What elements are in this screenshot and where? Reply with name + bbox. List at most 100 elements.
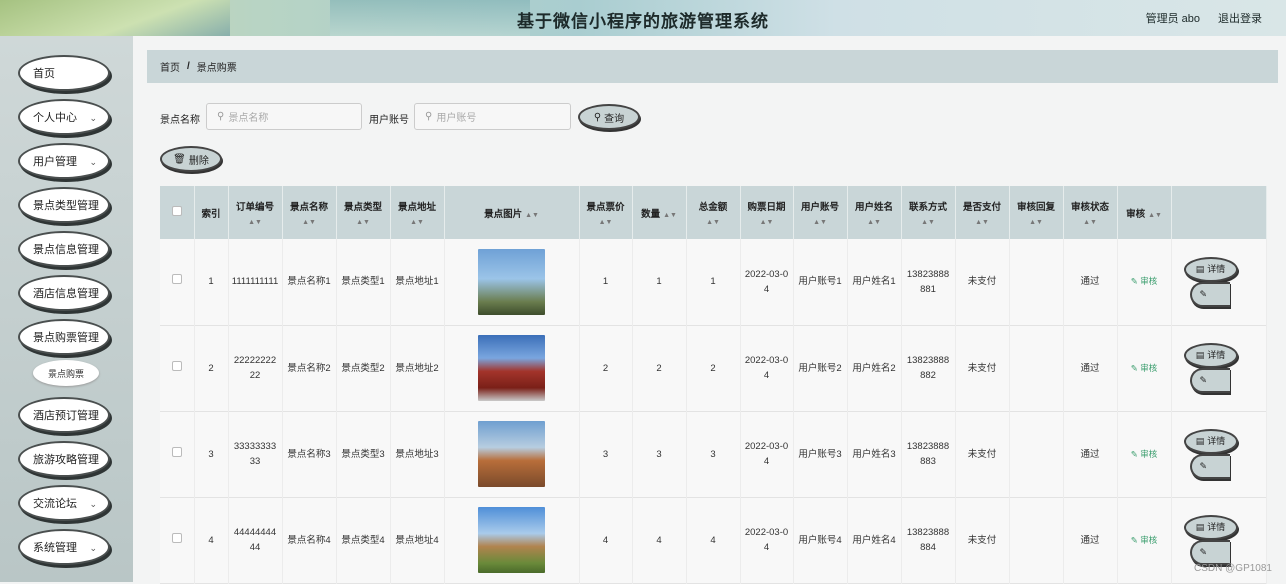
edit-button[interactable]: ✎ bbox=[1190, 454, 1230, 479]
sort-icon[interactable]: ▲▼ bbox=[850, 219, 899, 226]
header-price[interactable]: 景点票价▲▼ bbox=[579, 186, 632, 239]
cell-actions: ▤详情✎ bbox=[1171, 239, 1266, 325]
sort-icon[interactable]: ▲▼ bbox=[689, 219, 738, 226]
sidebar-item-6[interactable]: 景点购票管理 bbox=[18, 319, 110, 355]
audit-link-label: 审核 bbox=[1140, 449, 1157, 459]
sidebar-item-5[interactable]: 酒店信息管理 bbox=[18, 275, 110, 311]
edit-button[interactable]: ✎ bbox=[1190, 282, 1230, 307]
detail-button[interactable]: ▤详情 bbox=[1184, 429, 1238, 454]
sidebar-item-label: 酒店信息管理 bbox=[33, 285, 99, 301]
edit-button[interactable]: ✎ bbox=[1190, 540, 1230, 565]
audit-link[interactable]: ✎ 审核 bbox=[1131, 276, 1158, 286]
sort-icon[interactable]: ▲▼ bbox=[663, 212, 677, 219]
header-status[interactable]: 审核状态 ▲▼ bbox=[1063, 186, 1117, 239]
header-spot-address-text: 景点地址 bbox=[398, 202, 436, 213]
header-account[interactable]: 用户账号▲▼ bbox=[793, 186, 847, 239]
row-checkbox[interactable] bbox=[172, 361, 182, 371]
header-reply[interactable]: 审核回复▲▼ bbox=[1009, 186, 1063, 239]
cell-type: 景点类型4 bbox=[336, 497, 390, 583]
delete-button-label: 删除 bbox=[189, 152, 209, 167]
audit-link[interactable]: ✎ 审核 bbox=[1131, 535, 1158, 545]
cell-qty: 4 bbox=[632, 497, 686, 583]
sort-icon[interactable]: ▲▼ bbox=[958, 219, 1007, 226]
sidebar-item-label: 酒店预订管理 bbox=[33, 407, 99, 423]
query-button[interactable]: ⚲ 查询 bbox=[578, 104, 640, 130]
table-row: 44444444444景点名称4景点类型4景点地址44442022-03-04用… bbox=[160, 497, 1266, 583]
cell-type: 景点类型3 bbox=[336, 411, 390, 497]
audit-link[interactable]: ✎ 审核 bbox=[1131, 449, 1158, 459]
header-status-text: 审核状态 bbox=[1071, 202, 1109, 213]
sort-icon[interactable]: ▲▼ bbox=[743, 219, 791, 226]
spot-name-input[interactable]: ⚲ 景点名称 bbox=[206, 103, 362, 130]
row-checkbox[interactable] bbox=[172, 533, 182, 543]
detail-button[interactable]: ▤详情 bbox=[1184, 515, 1238, 540]
edit-icon: ✎ bbox=[1131, 276, 1140, 286]
select-all-checkbox[interactable] bbox=[172, 206, 182, 216]
detail-button[interactable]: ▤详情 bbox=[1184, 257, 1238, 282]
sort-icon[interactable]: ▲▼ bbox=[796, 219, 845, 226]
sidebar-item-9[interactable]: 交流论坛⌄ bbox=[18, 485, 110, 521]
row-checkbox[interactable] bbox=[172, 274, 182, 284]
user-account-input[interactable]: ⚲ 用户账号 bbox=[414, 103, 571, 130]
sidebar-item-0[interactable]: 首页 bbox=[18, 55, 110, 91]
row-select-cell[interactable] bbox=[160, 497, 194, 583]
sidebar-item-label: 用户管理 bbox=[33, 153, 77, 169]
header-date[interactable]: 购票日期▲▼ bbox=[740, 186, 793, 239]
row-select-cell[interactable] bbox=[160, 325, 194, 411]
query-button-label: 查询 bbox=[604, 110, 624, 125]
logout-link[interactable]: 退出登录 bbox=[1218, 10, 1262, 26]
sort-icon[interactable]: ▲▼ bbox=[1148, 212, 1162, 219]
edit-icon: ✎ bbox=[1200, 373, 1208, 388]
sidebar-item-4[interactable]: 景点信息管理 bbox=[18, 231, 110, 267]
cell-name: 景点名称3 bbox=[282, 411, 336, 497]
header-paid[interactable]: 是否支付▲▼ bbox=[955, 186, 1009, 239]
header-spot-type[interactable]: 景点类型▲▼ bbox=[336, 186, 390, 239]
cell-order: 2222222222 bbox=[228, 325, 282, 411]
edit-icon: ✎ bbox=[1131, 449, 1140, 459]
sort-icon[interactable]: ▲▼ bbox=[1012, 219, 1061, 226]
sidebar-item-8[interactable]: 旅游攻略管理 bbox=[18, 441, 110, 477]
audit-link[interactable]: ✎ 审核 bbox=[1131, 363, 1158, 373]
select-all-header[interactable] bbox=[160, 186, 194, 239]
sort-icon[interactable]: ▲▼ bbox=[904, 219, 953, 226]
edit-button[interactable]: ✎ bbox=[1190, 368, 1230, 393]
cell-actions: ▤详情 ✎ bbox=[1171, 325, 1266, 411]
sort-icon[interactable]: ▲▼ bbox=[231, 219, 280, 226]
sidebar-item-7[interactable]: 酒店预订管理 bbox=[18, 397, 110, 433]
header-audit-text: 审核 bbox=[1126, 209, 1145, 220]
header-spot-image[interactable]: 景点图片▲▼ bbox=[444, 186, 579, 239]
header-total[interactable]: 总金额▲▼ bbox=[686, 186, 740, 239]
sort-icon[interactable]: ▲▼ bbox=[525, 212, 539, 219]
sidebar-item-3[interactable]: 景点类型管理 bbox=[18, 187, 110, 223]
sort-icon[interactable]: ▲▼ bbox=[582, 219, 630, 226]
cell-paid: 未支付 bbox=[955, 239, 1009, 325]
header-audit[interactable]: 审核▲▼ bbox=[1117, 186, 1171, 239]
cell-name: 景点名称2 bbox=[282, 325, 336, 411]
sidebar-item-1[interactable]: 个人中心⌄ bbox=[18, 99, 110, 135]
detail-button-label: 详情 bbox=[1207, 348, 1225, 363]
sort-icon[interactable]: ▲▼ bbox=[339, 219, 388, 226]
header-user-name[interactable]: 用户姓名▲▼ bbox=[847, 186, 901, 239]
cell-uname: 用户姓名1 bbox=[847, 239, 901, 325]
header-spot-address[interactable]: 景点地址 ▲▼ bbox=[390, 186, 444, 239]
cell-actions: ▤详情✎ bbox=[1171, 411, 1266, 497]
row-select-cell[interactable] bbox=[160, 411, 194, 497]
header-spot-name[interactable]: 景点名称▲▼ bbox=[282, 186, 336, 239]
sidebar-subitem-ticket[interactable]: 景点购票 bbox=[33, 360, 99, 386]
cell-image bbox=[444, 497, 579, 583]
header-order-no-text: 订单编号 bbox=[236, 202, 274, 213]
header-order-no[interactable]: 订单编号 ▲▼ bbox=[228, 186, 282, 239]
sort-icon[interactable]: ▲▼ bbox=[285, 219, 334, 226]
sort-icon[interactable]: ▲▼ bbox=[1066, 219, 1115, 226]
sidebar-item-10[interactable]: 系统管理⌄ bbox=[18, 529, 110, 565]
delete-button[interactable]: 🗑 删除 bbox=[160, 146, 222, 172]
sidebar-item-2[interactable]: 用户管理⌄ bbox=[18, 143, 110, 179]
row-select-cell[interactable] bbox=[160, 239, 194, 325]
header-quantity[interactable]: 数量▲▼ bbox=[632, 186, 686, 239]
sort-icon[interactable]: ▲▼ bbox=[393, 219, 442, 226]
header-quantity-text: 数量 bbox=[641, 209, 660, 220]
header-phone[interactable]: 联系方式▲▼ bbox=[901, 186, 955, 239]
row-checkbox[interactable] bbox=[172, 447, 182, 457]
detail-button[interactable]: ▤详情 bbox=[1184, 343, 1238, 368]
breadcrumb-home[interactable]: 首页 bbox=[160, 59, 180, 74]
